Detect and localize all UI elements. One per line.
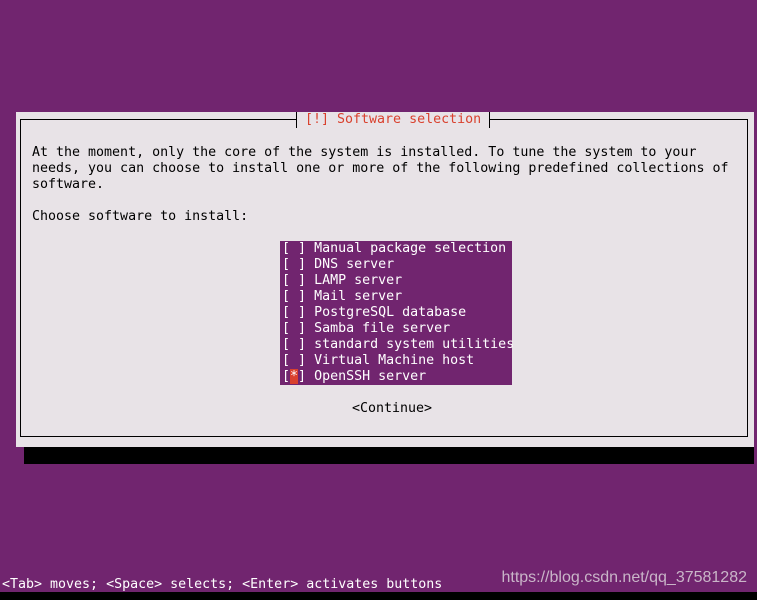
- description-line: needs, you can choose to install one or …: [32, 161, 729, 176]
- software-item[interactable]: [ ] Virtual Machine host: [280, 353, 512, 369]
- unchecked-mark-icon: [290, 273, 298, 288]
- checkbox[interactable]: [ ]: [282, 241, 306, 256]
- software-item-label: standard system utilities: [314, 337, 515, 352]
- dialog-title: [!] Software selection: [296, 112, 491, 128]
- software-item-label: Virtual Machine host: [314, 353, 475, 368]
- unchecked-mark-icon: [290, 337, 298, 352]
- software-item[interactable]: [ ] PostgreSQL database: [280, 305, 512, 321]
- software-item[interactable]: [ ] DNS server: [280, 257, 512, 273]
- unchecked-mark-icon: [290, 321, 298, 336]
- checkbox[interactable]: [ ]: [282, 337, 306, 352]
- bottom-bar: [0, 592, 757, 600]
- prompt-label: Choose software to install:: [32, 209, 249, 224]
- help-footer: <Tab> moves; <Space> selects; <Enter> ac…: [2, 577, 443, 592]
- software-item-label: DNS server: [314, 257, 395, 272]
- description-line: software.: [32, 177, 105, 192]
- continue-button[interactable]: <Continue>: [352, 401, 432, 417]
- software-item-label: Mail server: [314, 289, 403, 304]
- software-selection-dialog: [!] Software selection At the moment, on…: [16, 112, 754, 447]
- checkbox[interactable]: [*]: [282, 369, 306, 384]
- software-item[interactable]: [ ] LAMP server: [280, 273, 512, 289]
- software-item[interactable]: [ ] Mail server: [280, 289, 512, 305]
- checkbox[interactable]: [ ]: [282, 305, 306, 320]
- watermark: https://blog.csdn.net/qq_37581282: [501, 569, 747, 586]
- software-item-label: Manual package selection: [314, 241, 507, 256]
- unchecked-mark-icon: [290, 305, 298, 320]
- unchecked-mark-icon: [290, 241, 298, 256]
- checked-mark-icon: *: [290, 369, 299, 384]
- software-item[interactable]: [ ] standard system utilities: [280, 337, 515, 353]
- dialog-shadow: [24, 447, 754, 464]
- software-item-label: LAMP server: [314, 273, 403, 288]
- checkbox[interactable]: [ ]: [282, 353, 306, 368]
- checkbox[interactable]: [ ]: [282, 273, 306, 288]
- software-list[interactable]: [ ] Manual package selection[ ] DNS serv…: [280, 241, 515, 385]
- checkbox[interactable]: [ ]: [282, 321, 306, 336]
- software-item-label: OpenSSH server: [314, 369, 427, 384]
- software-item[interactable]: [ ] Manual package selection: [280, 241, 512, 257]
- description-line: At the moment, only the core of the syst…: [32, 145, 697, 160]
- software-item-label: PostgreSQL database: [314, 305, 467, 320]
- software-item[interactable]: [ ] Samba file server: [280, 321, 512, 337]
- software-item[interactable]: [*] OpenSSH server: [280, 369, 512, 385]
- unchecked-mark-icon: [290, 289, 298, 304]
- checkbox[interactable]: [ ]: [282, 289, 306, 304]
- unchecked-mark-icon: [290, 257, 298, 272]
- checkbox[interactable]: [ ]: [282, 257, 306, 272]
- software-item-label: Samba file server: [314, 321, 451, 336]
- unchecked-mark-icon: [290, 353, 298, 368]
